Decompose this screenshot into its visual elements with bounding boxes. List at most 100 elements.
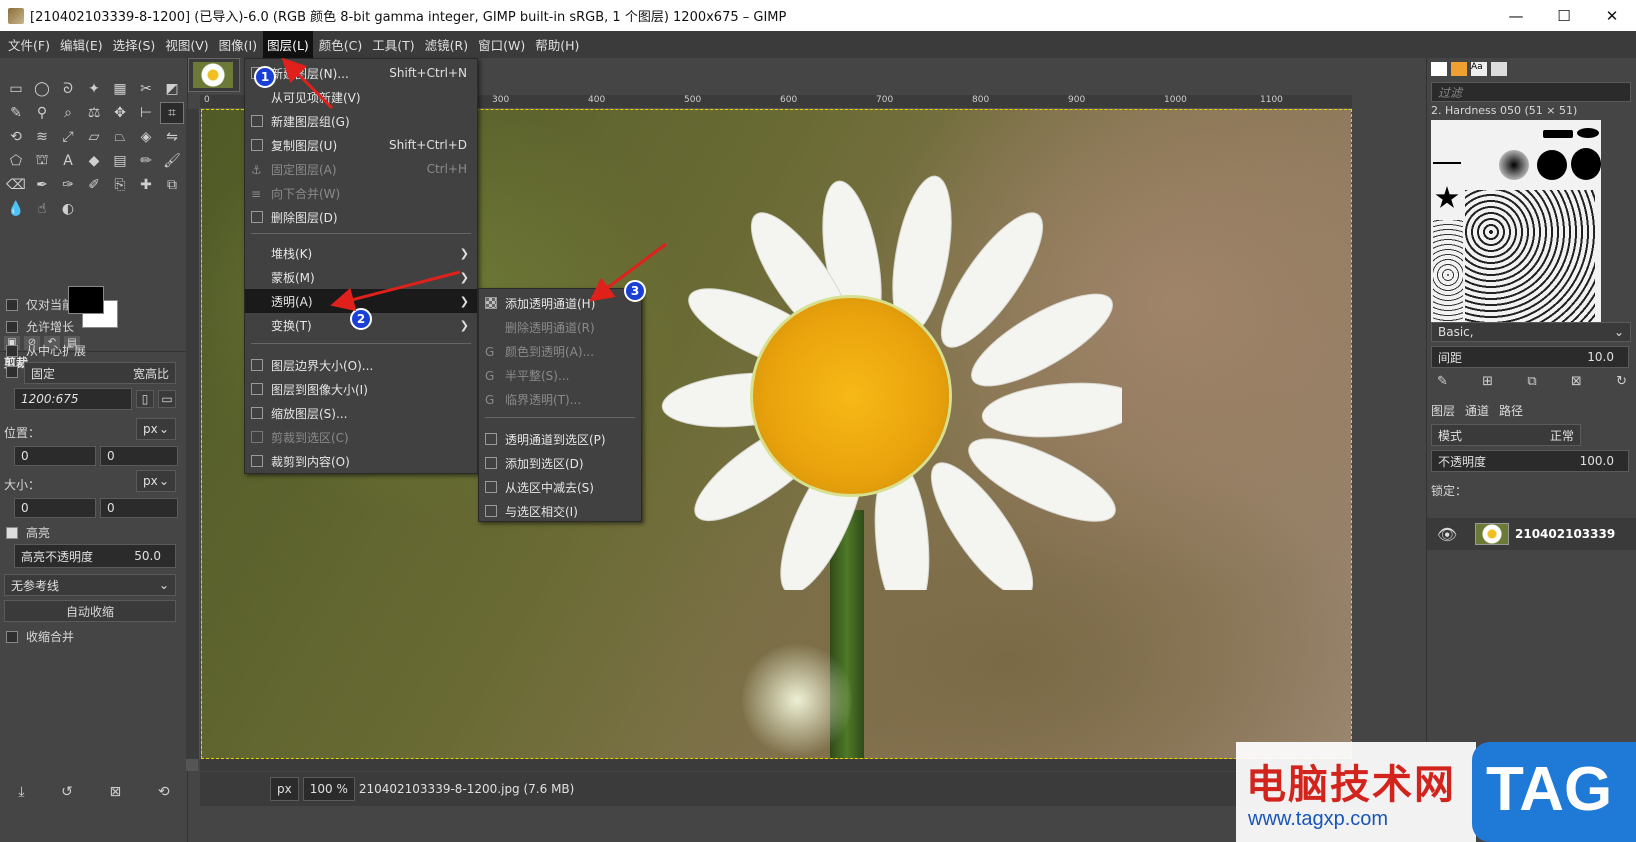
fill-icon[interactable]: ◆ [82,150,106,172]
menu-colors[interactable]: 颜色(C) [315,31,366,58]
reset-options-icon[interactable]: ⟲ [158,784,170,808]
fixed-checkbox[interactable] [6,366,18,378]
mypaint-icon[interactable]: ✐ [82,174,106,196]
navigate-icon[interactable] [186,759,198,771]
menu-item-alpha-to-selection[interactable]: 透明通道到选区(P) [479,427,641,451]
menu-item-subtract-selection[interactable]: 从选区中减去(S) [479,475,641,499]
fixed-mode-dropdown[interactable]: 固定 宽高比 [24,362,176,384]
eye-icon[interactable]: 👁 [1437,525,1457,544]
lasso-icon[interactable]: ᘐ [56,78,80,100]
menu-item-anchor-layer[interactable]: ⚓ 固定图层(A) Ctrl+H [245,157,477,181]
flip-icon[interactable]: ⇋ [160,126,184,148]
perspective-icon[interactable]: ⏢ [108,126,132,148]
tab-layers[interactable]: 图层 [1431,402,1455,419]
size-unit-dropdown[interactable]: px ⌄ [136,470,176,492]
menu-item-intersect-selection[interactable]: 与选区相交(I) [479,499,641,523]
size-w-input[interactable]: 0 [14,498,96,518]
ink-icon[interactable]: ✑ [56,174,80,196]
menu-item-remove-alpha[interactable]: 删除透明通道(R) [479,315,641,339]
menu-item-new-from-visible[interactable]: 从可见项新建(V) [245,85,477,109]
menu-item-delete-layer[interactable]: 删除图层(D) [245,205,477,229]
shrink-merged-checkbox[interactable]: 收缩合并 [6,628,74,645]
dodge-icon[interactable]: ◐ [56,198,80,220]
menu-item-crop-to-content[interactable]: 裁剪到内容(O) [245,449,477,473]
close-button[interactable]: ✕ [1588,0,1636,31]
size-h-input[interactable]: 0 [100,498,178,518]
maximize-button[interactable]: ☐ [1540,0,1588,31]
brush-preset-dropdown[interactable]: Basic, ⌄ [1431,322,1631,342]
menu-filters[interactable]: 滤镜(R) [421,31,472,58]
delete-options-icon[interactable]: ⊠ [110,784,122,808]
move-icon[interactable]: ✥ [108,102,132,124]
ellipse-select-icon[interactable]: ◯ [30,78,54,100]
scissors-icon[interactable]: ✂ [134,78,158,100]
fuzzy-select-icon[interactable]: ✦ [82,78,106,100]
menu-item-duplicate-layer[interactable]: 复制图层(U) Shift+Ctrl+D [245,133,477,157]
menu-help[interactable]: 帮助(H) [531,31,583,58]
menu-image[interactable]: 图像(I) [215,31,261,58]
menu-item-new-layer[interactable]: 新建图层(N)... Shift+Ctrl+N [245,61,477,85]
shear-icon[interactable]: ▱ [82,126,106,148]
allow-grow-checkbox[interactable]: 允许增长 [6,318,74,335]
position-y-input[interactable]: 0 [100,446,178,466]
cage-icon[interactable]: ⬠ [4,150,28,172]
minimize-button[interactable]: — [1492,0,1540,31]
position-unit-dropdown[interactable]: px ⌄ [136,418,176,440]
warp-icon[interactable]: ≋ [30,126,54,148]
expand-center-checkbox[interactable]: 从中心扩展 [6,342,86,359]
menu-item-stack[interactable]: 堆栈(K) ❯ [245,241,477,265]
tab-channels[interactable]: 通道 [1465,402,1489,419]
color-picker-icon[interactable]: ⚲ [30,102,54,124]
fonts-tab-icon[interactable]: Aa [1471,62,1487,76]
patterns-tab-icon[interactable] [1451,62,1467,76]
brush-filter-input[interactable]: 过滤 [1431,82,1631,102]
menu-item-layer-to-image-size[interactable]: 图层到图像大小(I) [245,377,477,401]
spacing-slider[interactable]: 间距 10.0 [1431,346,1629,368]
delete-brush-icon[interactable]: ⊠ [1571,374,1582,389]
horizontal-scrollbar[interactable] [200,759,1352,771]
foreground-select-icon[interactable]: ◩ [160,78,184,100]
menu-item-layer-boundary-size[interactable]: 图层边界大小(O)... [245,353,477,377]
menu-tools[interactable]: 工具(T) [368,31,418,58]
paths-icon[interactable]: ✎ [4,102,28,124]
landscape-icon[interactable]: ▭ [158,390,176,408]
airbrush-icon[interactable]: ✒ [30,174,54,196]
bucket-fill-icon[interactable]: ⛫ [30,150,54,172]
perspective-clone-icon[interactable]: ⧉ [160,174,184,196]
menu-windows[interactable]: 窗口(W) [474,31,529,58]
gradient-icon[interactable]: ▤ [108,150,132,172]
ratio-input[interactable]: 1200:675 [14,388,132,410]
paintbrush-icon[interactable]: 🖌 [160,150,184,172]
guides-dropdown[interactable]: 无参考线 ⌄ [4,574,176,596]
menu-item-add-to-selection[interactable]: 添加到选区(D) [479,451,641,475]
zoom-dropdown[interactable]: 100 % [302,777,355,801]
restore-options-icon[interactable]: ↺ [61,784,73,808]
menu-item-mask[interactable]: 蒙板(M) ❯ [245,265,477,289]
unit-dropdown[interactable]: px [270,777,299,801]
new-brush-icon[interactable]: ⊞ [1482,374,1493,389]
unified-transform-icon[interactable]: ⟲ [4,126,28,148]
measure-icon[interactable]: ⚖ [82,102,106,124]
zoom-icon[interactable]: ⌕ [56,102,80,124]
highlight-checkbox[interactable]: 高亮 [6,524,50,541]
heal-icon[interactable]: ✚ [134,174,158,196]
brush-grid[interactable] [1431,120,1601,342]
menu-item-new-layer-group[interactable]: 新建图层组(G) [245,109,477,133]
menu-item-scale-layer[interactable]: 缩放图层(S)... [245,401,477,425]
menu-view[interactable]: 视图(V) [161,31,212,58]
edit-brush-icon[interactable]: ✎ [1437,374,1448,389]
fg-bg-color-swatch[interactable] [68,286,124,330]
foreground-color[interactable] [68,286,104,314]
clone-icon[interactable]: ⎘ [108,174,132,196]
text-icon[interactable]: A [56,150,80,172]
duplicate-brush-icon[interactable]: ⧉ [1527,374,1536,389]
crop-icon[interactable]: ⌗ [160,102,184,124]
menu-layer[interactable]: 图层(L) [263,31,313,58]
align-icon[interactable]: ⊢ [134,102,158,124]
image-tab[interactable] [188,58,240,92]
menu-item-threshold-alpha[interactable]: G 临界透明(T)... [479,387,641,411]
layer-row[interactable]: 👁 210402103339 [1427,518,1636,550]
save-options-icon[interactable]: ⤓ [18,784,24,808]
menu-item-crop-to-selection[interactable]: 剪裁到选区(C) [245,425,477,449]
highlight-opacity-slider[interactable]: 高亮不透明度 50.0 [14,544,176,568]
